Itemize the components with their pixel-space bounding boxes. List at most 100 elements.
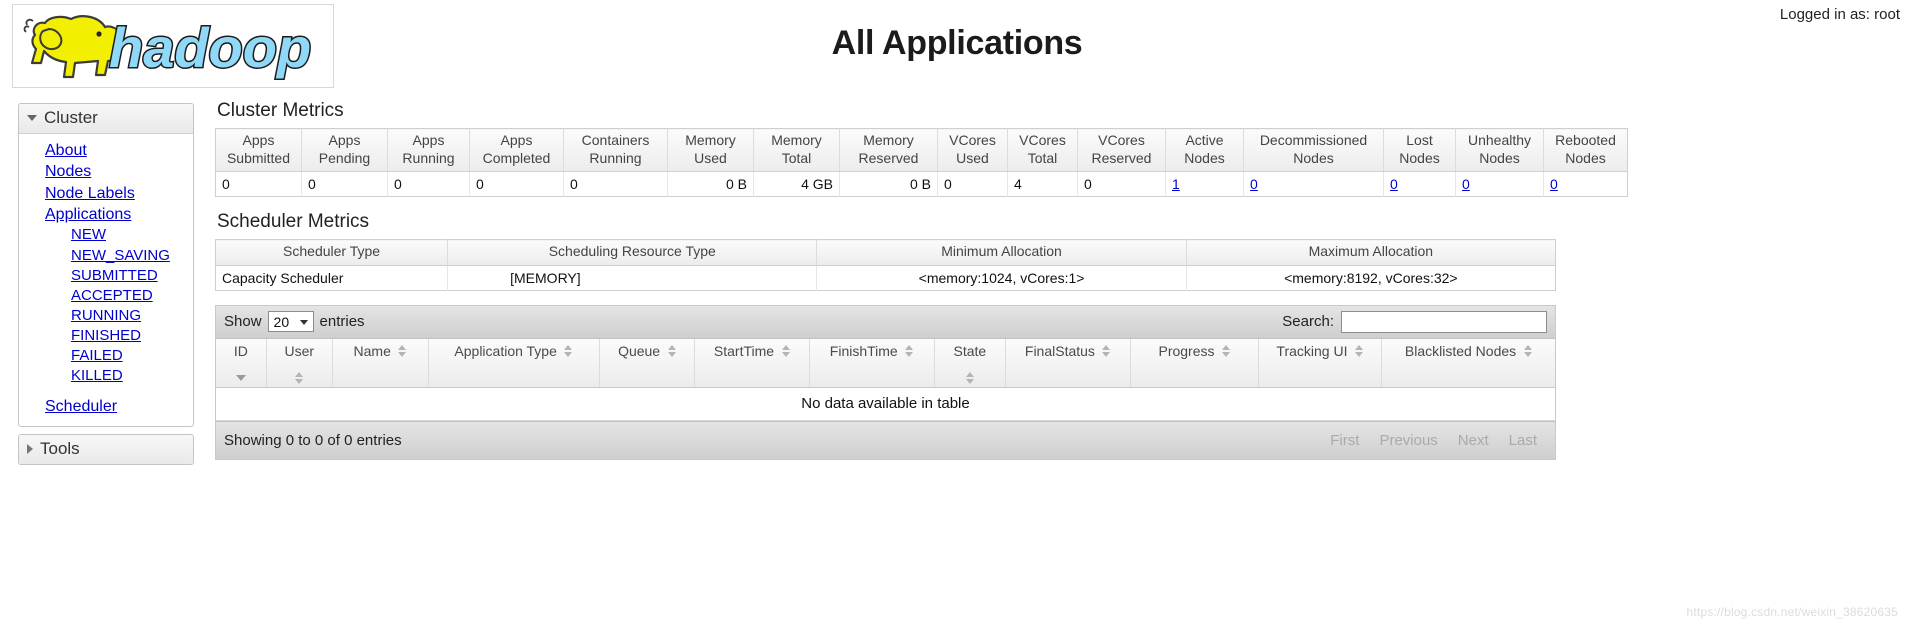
sidebar-link-scheduler[interactable]: Scheduler [19, 396, 193, 417]
cluster-metrics-value-4: 0 [563, 171, 668, 197]
scheduler-col-max-alloc: Maximum Allocation [1186, 239, 1556, 266]
cluster-metrics-value-13[interactable]: 0 [1383, 171, 1456, 197]
applications-body: No data available in table [216, 387, 1555, 421]
show-label: Show [224, 313, 262, 331]
apps-col-tracking-ui[interactable]: Tracking UI [1258, 338, 1383, 388]
sidebar-link-applications[interactable]: Applications [19, 204, 193, 225]
sidebar-state-failed[interactable]: FAILED [19, 346, 193, 366]
apps-col-application-type[interactable]: Application Type [428, 338, 600, 388]
sort-both-icon [905, 344, 914, 357]
scheduler-metrics-title: Scheduler Metrics [217, 211, 370, 233]
apps-col-label: FinishTime [829, 342, 898, 359]
pagination-next: Next [1457, 431, 1489, 449]
sidebar-cluster-body: About Nodes Node Labels Applications NEW… [19, 134, 193, 426]
apps-col-label: Application Type [454, 342, 557, 359]
cluster-metrics-value-9: 4 [1007, 171, 1078, 197]
apps-col-label: Tracking UI [1276, 342, 1348, 359]
empty-state-row: No data available in table [216, 387, 1555, 421]
sidebar-state-killed[interactable]: KILLED [19, 366, 193, 386]
sidebar-state-new-saving[interactable]: NEW_SAVING [19, 246, 193, 266]
hadoop-logo-icon: hadoop [23, 15, 313, 81]
cluster-metrics-col-7: Memory Reserved [839, 128, 938, 172]
apps-col-queue[interactable]: Queue [599, 338, 696, 388]
cluster-metrics-link-15[interactable]: 0 [1550, 176, 1558, 192]
sort-both-icon [564, 344, 573, 357]
cluster-metrics-col-5: Memory Used [667, 128, 754, 172]
page-length-select[interactable]: 20 [267, 311, 314, 333]
cluster-metrics-col-14: Unhealthy Nodes [1455, 128, 1544, 172]
apps-col-state[interactable]: State [934, 338, 1006, 388]
sort-both-icon [398, 344, 407, 357]
page-length-control: Show 20 entries [224, 311, 365, 333]
sidebar-state-submitted[interactable]: SUBMITTED [19, 266, 193, 286]
apps-col-label: ID [233, 342, 248, 359]
cluster-metrics-value-7: 0 B [839, 171, 938, 197]
cluster-metrics-col-4: Containers Running [563, 128, 668, 172]
apps-col-label: Blacklisted Nodes [1404, 342, 1517, 359]
scheduler-value-resource-type: [MEMORY] [447, 265, 818, 291]
sidebar-link-node-labels[interactable]: Node Labels [19, 183, 193, 204]
apps-col-id[interactable]: ID [216, 338, 267, 388]
cluster-metrics-value-1: 0 [301, 171, 388, 197]
cluster-metrics-value-2: 0 [387, 171, 470, 197]
apps-col-progress[interactable]: Progress [1130, 338, 1259, 388]
apps-col-inner: Name [354, 343, 407, 360]
cluster-metrics-value-11[interactable]: 1 [1165, 171, 1244, 197]
sidebar-cluster-title: Cluster [44, 108, 98, 127]
sort-both-icon [1523, 344, 1532, 357]
apps-col-blacklisted-nodes[interactable]: Blacklisted Nodes [1381, 338, 1555, 388]
scheduler-value-max-alloc: <memory:8192, vCores:32> [1284, 269, 1458, 286]
sort-both-icon [295, 371, 304, 384]
scheduler-metrics-header-row: Scheduler Type Scheduling Resource Type … [215, 239, 1556, 266]
cluster-metrics-table: Apps Submitted Apps Pending Apps Running Apps C… [215, 128, 1628, 198]
apps-col-inner: StartTime [714, 343, 790, 360]
cluster-metrics-value-15[interactable]: 0 [1544, 172, 1628, 197]
cluster-metrics-link-12[interactable]: 0 [1250, 176, 1258, 192]
datatable-footer: Showing 0 to 0 of 0 entries First Previou… [216, 420, 1555, 459]
cluster-metrics-col-11: Active Nodes [1165, 128, 1244, 172]
applications-table: ID User Name Application Type Queue StartTime… [216, 338, 1555, 421]
apps-col-inner: ID [224, 342, 258, 381]
cluster-metrics-link-14[interactable]: 0 [1462, 176, 1470, 192]
pagination-last: Last [1508, 431, 1537, 449]
cluster-metrics-title: Cluster Metrics [217, 100, 344, 121]
apps-col-inner: User [275, 343, 324, 384]
cluster-metrics-value-14[interactable]: 0 [1455, 171, 1544, 197]
cluster-metrics-value-10: 0 [1077, 171, 1166, 197]
scheduler-col-type: Scheduler Type [215, 239, 449, 266]
apps-col-user[interactable]: User [266, 338, 333, 388]
apps-col-name[interactable]: Name [332, 338, 429, 388]
apps-col-label: Progress [1158, 342, 1215, 359]
cluster-metrics-link-13[interactable]: 0 [1390, 176, 1398, 192]
sidebar-state-finished[interactable]: FINISHED [19, 326, 193, 346]
logged-in-status: Logged in as: root [1779, 6, 1900, 23]
sidebar-state-new[interactable]: NEW [19, 225, 193, 245]
sidebar-link-about[interactable]: About [19, 140, 193, 161]
sidebar-cluster-header[interactable]: Cluster [19, 104, 193, 134]
scheduler-metrics-table: Scheduler Type Scheduling Resource Type … [215, 239, 1556, 291]
pagination-previous: Previous [1379, 431, 1438, 449]
sidebar-state-accepted[interactable]: ACCEPTED [19, 286, 193, 306]
apps-col-starttime[interactable]: StartTime [694, 338, 810, 388]
cluster-metrics-value-0: 0 [215, 171, 302, 197]
sort-both-icon [1354, 344, 1363, 357]
apps-col-finalstatus[interactable]: FinalStatus [1005, 338, 1132, 388]
cluster-metrics-col-0: Apps Submitted [215, 128, 302, 172]
cluster-metrics-header-row: Apps Submitted Apps Pending Apps Running Apps C… [215, 128, 1628, 172]
sidebar-link-nodes[interactable]: Nodes [19, 161, 193, 182]
hadoop-logo[interactable]: hadoop [12, 4, 334, 88]
apps-col-inner: Blacklisted Nodes [1405, 343, 1532, 360]
apps-col-label: Name [353, 342, 391, 359]
cluster-metrics-col-12: Decommissioned Nodes [1243, 128, 1384, 172]
apps-col-label: Queue [618, 342, 661, 359]
sort-both-icon [1102, 344, 1111, 357]
sidebar-tools-header[interactable]: Tools [19, 434, 193, 464]
cluster-metrics-value-12[interactable]: 0 [1243, 171, 1384, 197]
main-content: Cluster Metrics Apps Submitted Apps Pending… [215, 100, 1904, 460]
apps-col-finishtime[interactable]: FinishTime [809, 338, 935, 388]
cluster-metrics-link-11[interactable]: 1 [1172, 176, 1180, 192]
sidebar-state-running[interactable]: RUNNING [19, 306, 193, 326]
watermark: https://blog.csdn.net/weixin_38620635 [1686, 605, 1898, 619]
search-input[interactable] [1341, 310, 1547, 333]
scheduler-value-type: Capacity Scheduler [215, 265, 449, 291]
